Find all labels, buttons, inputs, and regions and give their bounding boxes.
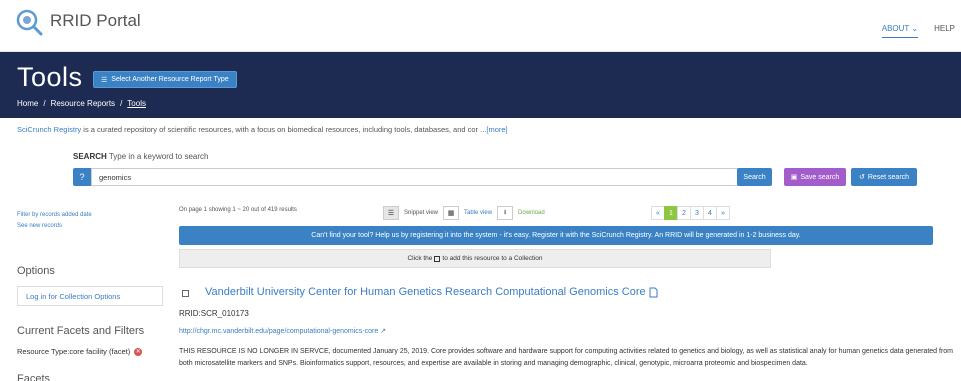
- page-banner: Tools ☰ Select Another Resource Report T…: [0, 52, 961, 118]
- search-button[interactable]: Search: [737, 168, 772, 186]
- page-next[interactable]: »: [716, 206, 730, 220]
- collection-hint: Click the to add this resource to a Coll…: [179, 249, 771, 268]
- page-4[interactable]: 4: [703, 206, 717, 220]
- search-label: SEARCH Type in a keyword to search: [73, 152, 209, 161]
- login-collection-button[interactable]: Log in for Collection Options: [17, 286, 163, 306]
- document-icon: [649, 287, 658, 297]
- chevron-down-icon: ⌄: [911, 24, 919, 33]
- view-switcher: ☰ Snippet view ▦ Table view ⭳ Download: [383, 206, 550, 220]
- result-title[interactable]: Vanderbilt University Center for Human G…: [205, 286, 658, 298]
- page-title: Tools: [17, 62, 83, 92]
- external-link-icon: ↗: [380, 328, 387, 335]
- search-row: ?: [73, 168, 745, 186]
- download-icon[interactable]: ⭳: [497, 206, 514, 220]
- add-to-collection-checkbox[interactable]: [182, 290, 189, 297]
- facets-heading: Facets: [17, 373, 51, 381]
- register-tool-banner[interactable]: Can't find your tool? Help us by registe…: [179, 226, 933, 245]
- table-view-label[interactable]: Table view: [459, 210, 497, 216]
- download-label[interactable]: Download: [513, 210, 550, 216]
- search-input[interactable]: [91, 168, 745, 186]
- active-facet: Resource Type:core facility (facet) ✕: [17, 347, 143, 356]
- breadcrumb-separator: /: [43, 99, 46, 108]
- reset-icon: ↺: [858, 174, 865, 181]
- breadcrumb: Home / Resource Reports / Tools: [17, 99, 146, 108]
- result-url[interactable]: http://chgr.mc.vanderbilt.edu/page/compu…: [179, 327, 387, 336]
- breadcrumb-tools[interactable]: Tools: [127, 99, 146, 108]
- select-resource-type-button[interactable]: ☰ Select Another Resource Report Type: [93, 71, 237, 88]
- rrid-logo-icon: [16, 9, 43, 36]
- page-1[interactable]: 1: [664, 206, 678, 220]
- new-records-link[interactable]: See new records: [17, 223, 62, 229]
- page-prev[interactable]: «: [651, 206, 665, 220]
- more-link[interactable]: [more]: [486, 125, 507, 134]
- snippet-view-icon[interactable]: ☰: [383, 206, 399, 220]
- remove-facet-icon[interactable]: ✕: [134, 347, 143, 356]
- breadcrumb-resource-reports[interactable]: Resource Reports: [51, 99, 115, 108]
- results-count: On page 1 showing 1 ~ 20 out of 419 resu…: [179, 207, 297, 213]
- table-view-icon[interactable]: ▦: [443, 206, 460, 220]
- nav-help[interactable]: HELP: [934, 24, 961, 38]
- page-2[interactable]: 2: [677, 206, 691, 220]
- filter-by-date-link[interactable]: Filter by records added date: [17, 212, 92, 218]
- options-heading: Options: [17, 265, 55, 277]
- page-3[interactable]: 3: [690, 206, 704, 220]
- current-facets-heading: Current Facets and Filters: [17, 325, 145, 337]
- result-rrid: RRID:SCR_010173: [179, 309, 249, 318]
- snippet-view-label[interactable]: Snippet view: [399, 210, 443, 216]
- registry-link[interactable]: SciCrunch Registry: [17, 125, 81, 134]
- registry-description: SciCrunch Registry is a curated reposito…: [17, 125, 508, 134]
- top-header: RRID Portal ABOUT ⌄ HELP: [0, 0, 961, 52]
- save-icon: ▣: [790, 174, 798, 181]
- save-search-button[interactable]: ▣ Save search: [784, 168, 846, 186]
- nav-about[interactable]: ABOUT ⌄: [881, 24, 919, 38]
- breadcrumb-separator: /: [120, 99, 123, 108]
- pagination: « 1 2 3 4 »: [651, 206, 730, 220]
- help-question-icon[interactable]: ?: [73, 168, 91, 186]
- top-nav: ABOUT ⌄ HELP: [881, 24, 961, 38]
- checkbox-icon: [434, 255, 441, 262]
- brand-name[interactable]: RRID Portal: [50, 11, 141, 31]
- reset-search-button[interactable]: ↺ Reset search: [851, 168, 917, 186]
- breadcrumb-home[interactable]: Home: [17, 99, 38, 108]
- result-description: THIS RESOURCE IS NO LONGER IN SERVCE, do…: [179, 348, 954, 367]
- list-icon: ☰: [101, 76, 108, 84]
